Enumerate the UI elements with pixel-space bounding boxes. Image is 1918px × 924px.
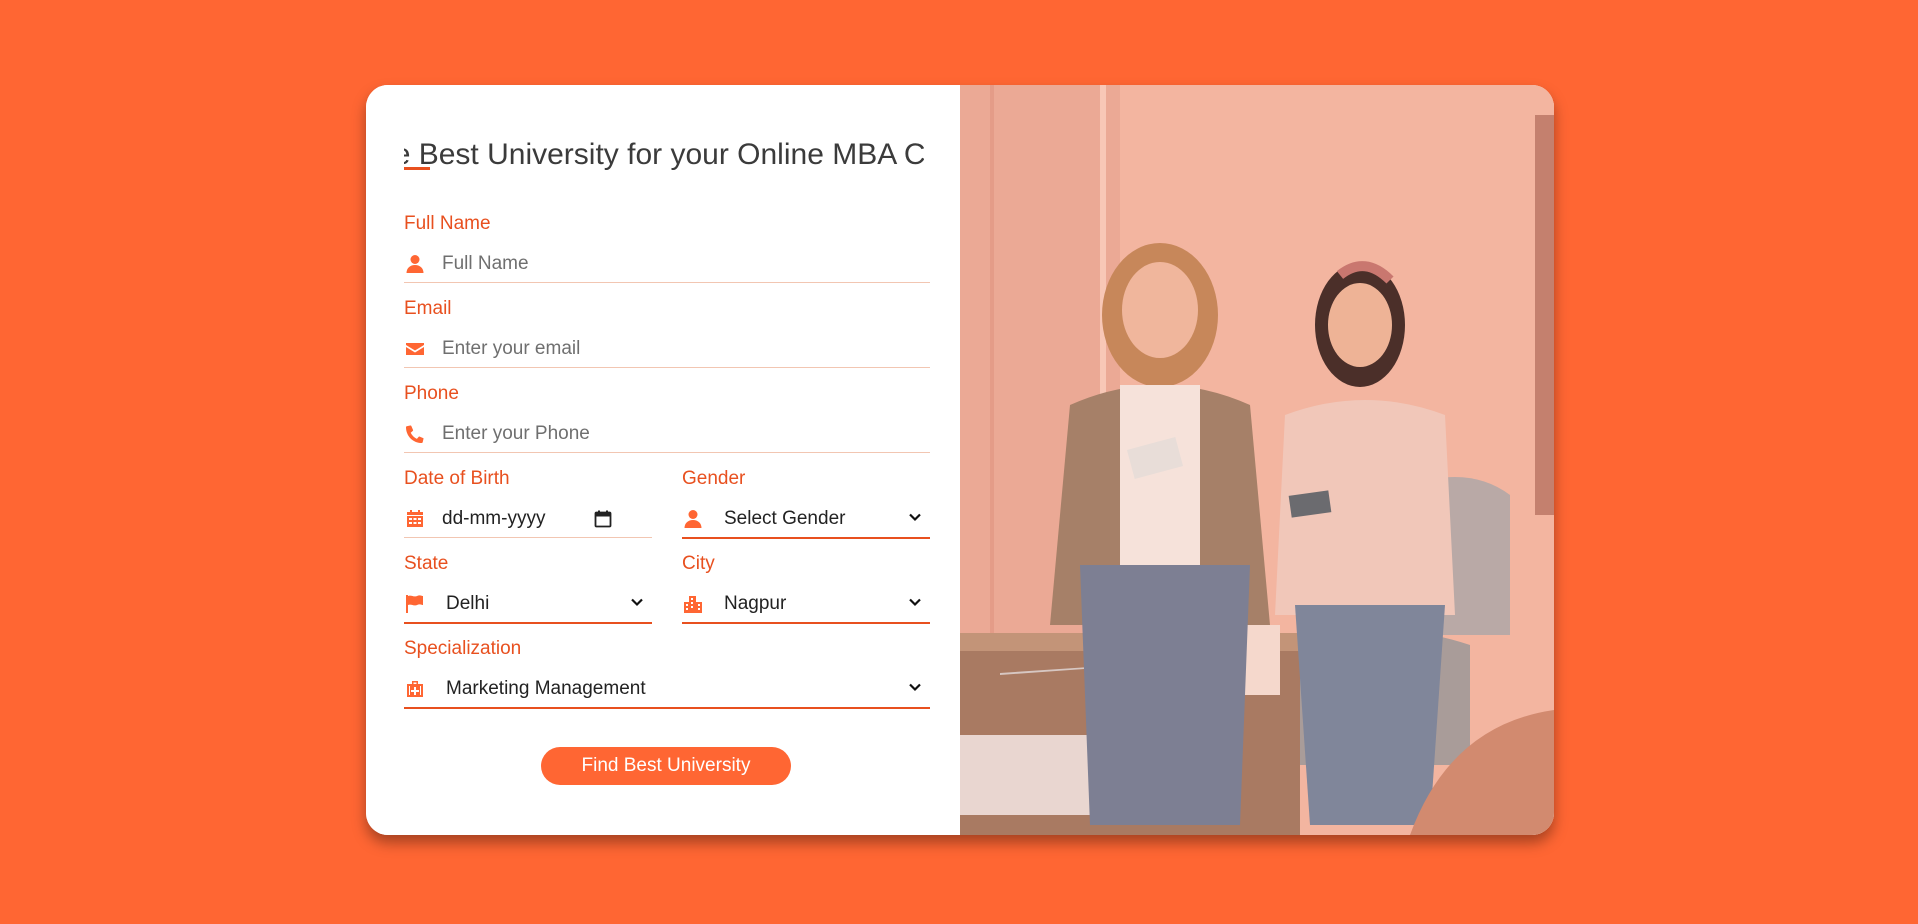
dob-input[interactable]: dd-mm-yyyy [442,508,594,530]
title-text: Find the Best University for your Online… [404,138,924,171]
full-name-label: Full Name [404,213,491,234]
gender-select[interactable]: Select Gender [682,501,930,539]
briefcase-medical-icon [404,678,426,700]
students-illustration [960,85,1554,835]
form-card: Find the Best University for your Online… [366,85,1554,835]
email-label: Email [404,298,452,319]
email-input[interactable]: Enter your email [442,338,930,360]
full-name-input[interactable]: Full Name [442,253,930,275]
dob-label: Date of Birth [404,468,510,489]
phone-label: Phone [404,383,459,404]
dob-field[interactable]: dd-mm-yyyy [404,501,652,538]
students-photo [960,85,1554,835]
state-label: State [404,553,449,574]
specialization-label: Specialization [404,638,522,659]
envelope-icon [404,338,426,360]
chevron-down-icon[interactable] [908,595,926,613]
city-select[interactable]: Nagpur [682,586,930,624]
state-select[interactable]: Delhi [404,586,652,624]
chevron-down-icon[interactable] [630,595,648,613]
flag-icon [404,593,426,615]
page-title: Find the Best University for your Online… [404,133,924,177]
gender-label: Gender [682,468,746,489]
calendar-picker-icon[interactable] [594,510,612,528]
full-name-field[interactable]: Full Name [404,246,930,283]
chevron-down-icon[interactable] [908,680,926,698]
user-icon [404,253,426,275]
phone-input[interactable]: Enter your Phone [442,423,930,445]
city-icon [682,593,704,615]
email-field[interactable]: Enter your email [404,331,930,368]
city-label: City [682,553,715,574]
city-value: Nagpur [724,593,787,614]
specialization-value: Marketing Management [446,678,646,699]
form-panel: Find the Best University for your Online… [366,85,960,835]
gender-value: Select Gender [724,508,846,529]
title-underline [404,167,430,170]
chevron-down-icon[interactable] [908,510,926,528]
find-best-university-button[interactable]: Find Best University [541,747,791,785]
calendar-icon [404,508,426,530]
specialization-select[interactable]: Marketing Management [404,671,930,709]
phone-icon [404,423,426,445]
user-icon [682,508,704,530]
state-value: Delhi [446,593,490,614]
phone-field[interactable]: Enter your Phone [404,416,930,453]
